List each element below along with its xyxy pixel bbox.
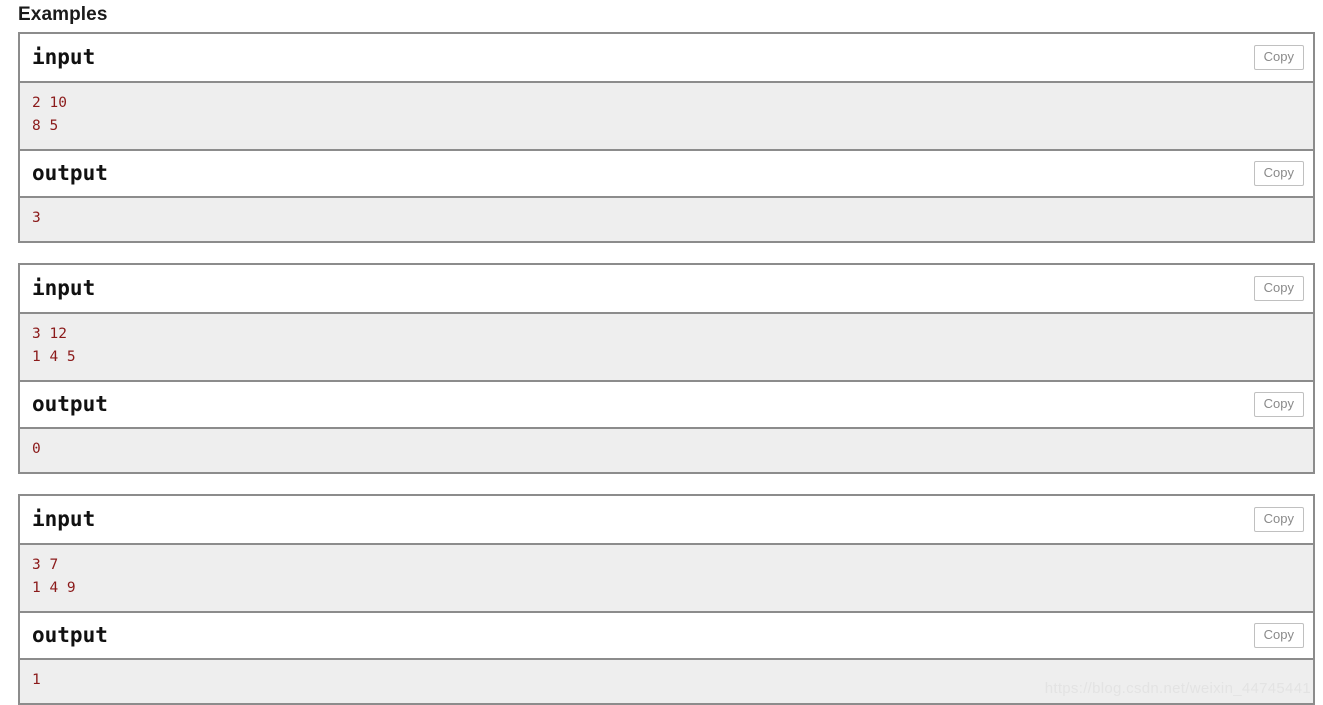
- input-data: 2 10 8 5: [20, 81, 1313, 149]
- page-title: Examples: [18, 4, 108, 25]
- input-label: input: [32, 507, 96, 531]
- input-header: input Copy: [20, 34, 1313, 81]
- input-data: 3 12 1 4 5: [20, 312, 1313, 380]
- output-data: 3: [20, 196, 1313, 241]
- output-label: output: [32, 161, 108, 185]
- copy-input-button[interactable]: Copy: [1253, 45, 1304, 70]
- output-label: output: [32, 623, 108, 647]
- output-header: output Copy: [20, 149, 1313, 196]
- input-header: input Copy: [20, 496, 1313, 543]
- example-block: input Copy 3 12 1 4 5 output Copy 0: [18, 263, 1315, 474]
- copy-output-button[interactable]: Copy: [1253, 623, 1304, 648]
- examples-page: Examples input Copy 2 10 8 5 output Copy…: [0, 0, 1323, 705]
- input-label: input: [32, 45, 96, 69]
- input-header: input Copy: [20, 265, 1313, 312]
- copy-output-button[interactable]: Copy: [1253, 161, 1304, 186]
- copy-input-button[interactable]: Copy: [1253, 276, 1304, 301]
- example-block: input Copy 2 10 8 5 output Copy 3: [18, 32, 1315, 243]
- output-data: 0: [20, 427, 1313, 472]
- input-label: input: [32, 276, 96, 300]
- output-header: output Copy: [20, 611, 1313, 658]
- example-block: input Copy 3 7 1 4 9 output Copy 1: [18, 494, 1315, 705]
- output-label: output: [32, 392, 108, 416]
- copy-input-button[interactable]: Copy: [1253, 507, 1304, 532]
- output-data: 1: [20, 658, 1313, 703]
- copy-output-button[interactable]: Copy: [1253, 392, 1304, 417]
- output-header: output Copy: [20, 380, 1313, 427]
- input-data: 3 7 1 4 9: [20, 543, 1313, 611]
